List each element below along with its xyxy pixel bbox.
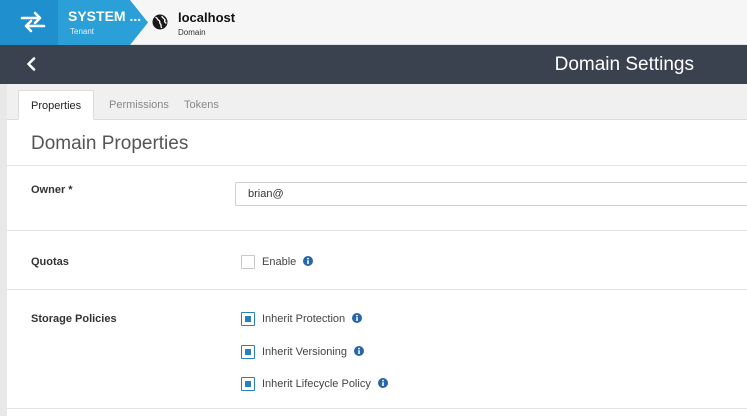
inherit-protection-label: Inherit Protection [262,313,346,325]
tab-tokens[interactable]: Tokens [172,90,231,120]
tab-permissions[interactable]: Permissions [97,90,181,120]
divider [7,289,747,290]
section-title: Domain Properties [31,133,189,154]
storage-policies-label: Storage Policies [31,313,117,325]
quotas-enable-label: Enable [262,256,297,268]
quotas-enable-checkbox[interactable] [241,255,255,269]
quotas-label: Quotas [31,256,69,268]
owner-input[interactable] [235,182,747,206]
info-icon[interactable] [354,346,365,356]
info-icon[interactable] [352,313,363,323]
breadcrumb: SYSTEM ... Tenant localhost Domain [0,0,747,45]
inherit-lifecycle-policy-label: Inherit Lifecycle Policy [262,378,371,390]
quotas-enable-row: Enable [262,256,314,268]
breadcrumb-tenant[interactable]: SYSTEM ... Tenant [0,0,170,45]
divider [7,408,747,409]
tab-bar: Properties Permissions Tokens [7,84,747,120]
globe-icon [152,14,168,30]
tenant-type-label: Tenant [70,27,95,36]
inherit-versioning-label: Inherit Versioning [262,346,347,358]
divider [7,230,747,231]
inherit-protection-checkbox[interactable] [241,312,255,326]
tab-properties[interactable]: Properties [18,90,95,120]
chevron-left-icon[interactable] [26,57,36,71]
info-icon[interactable] [303,256,314,266]
domain-type-label: Domain [178,28,206,37]
inherit-protection-row: Inherit Protection [262,313,363,325]
inherit-versioning-checkbox[interactable] [241,345,255,359]
inherit-lifecycle-policy-checkbox[interactable] [241,377,255,391]
page-title: Domain Settings [554,54,694,75]
tenant-name: SYSTEM ... [68,8,142,24]
info-icon[interactable] [377,378,388,388]
page-header: Domain Settings [0,45,747,84]
owner-label: Owner * [31,184,73,196]
switch-arrows-icon [20,11,46,33]
divider [7,165,747,166]
inherit-lifecycle-policy-row: Inherit Lifecycle Policy [262,378,388,390]
domain-name[interactable]: localhost [178,10,235,25]
left-gutter [0,84,7,416]
inherit-versioning-row: Inherit Versioning [262,346,365,358]
